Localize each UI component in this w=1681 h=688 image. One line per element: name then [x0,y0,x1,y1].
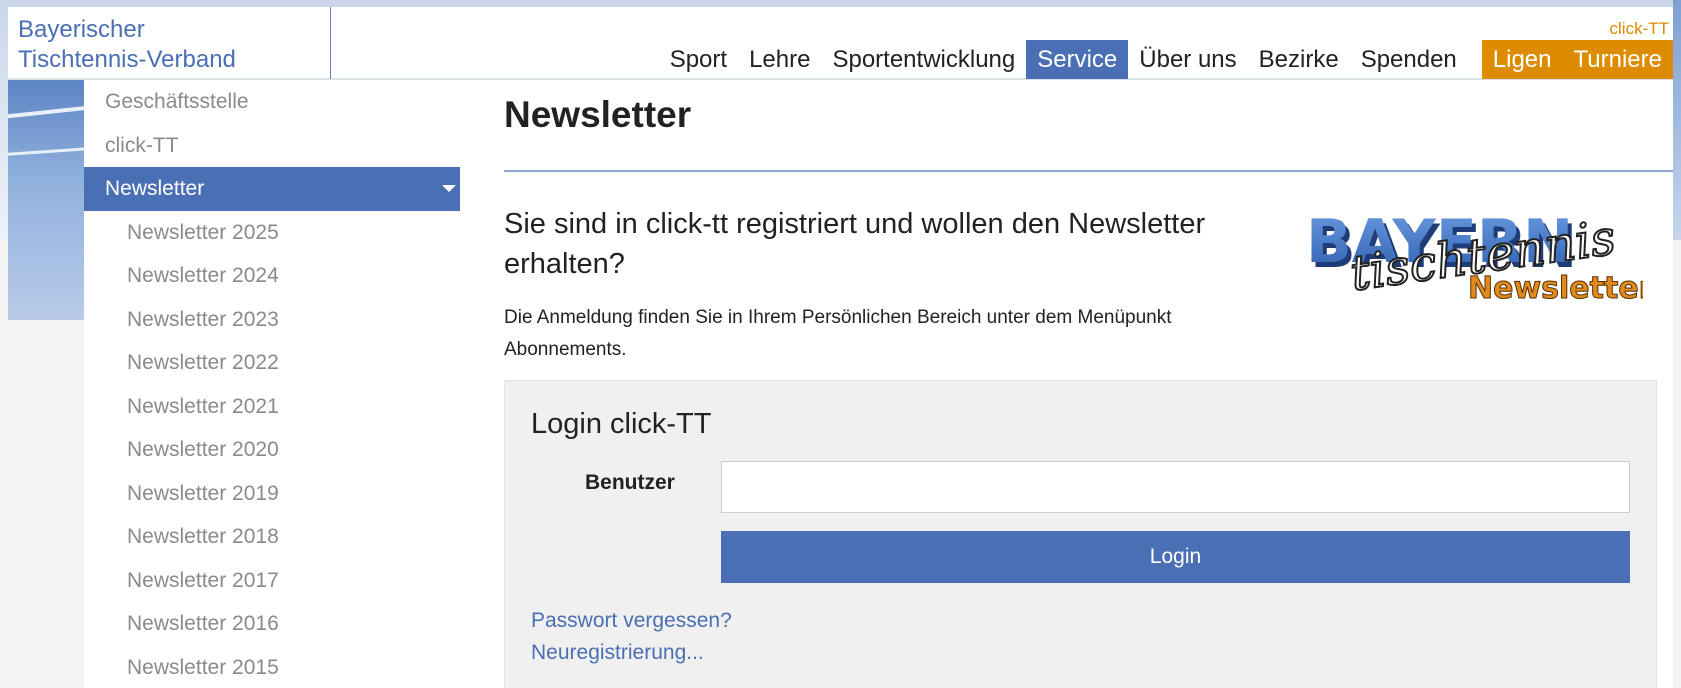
nav-item-service[interactable]: Service [1026,40,1129,79]
clicktt-top-link[interactable]: click-TT [1610,19,1669,39]
brand-logo[interactable]: Bayerischer Tischtennis-Verband [8,7,331,79]
logo-word-newsletter: Newsletter [1468,271,1643,306]
main-content: Newsletter Sie sind in click-tt registri… [460,80,1673,688]
nav-spacer [1468,40,1482,79]
caret-down-icon[interactable] [442,185,456,192]
username-label: Benutzer [585,471,675,494]
sidebar-item-newsletter-2025[interactable]: Newsletter 2025 [84,211,460,255]
background-streak [8,80,88,320]
nav-item-ligen[interactable]: Ligen [1481,40,1563,79]
body-text: Die Anmeldung finden Sie in Ihrem Persön… [504,307,1172,360]
sidebar-item-newsletter-2015[interactable]: Newsletter 2015 [84,646,460,688]
sidebar-item-click-tt[interactable]: click-TT [84,124,460,168]
sidebar-item-newsletter-2021[interactable]: Newsletter 2021 [84,385,460,429]
nav-item-bezirke[interactable]: Bezirke [1248,40,1350,79]
sidebar-item-label: Newsletter [105,177,205,200]
nav-item-ueber-uns[interactable]: Über uns [1128,40,1247,79]
nav-item-lehre[interactable]: Lehre [738,40,821,79]
sidebar-item-newsletter-2018[interactable]: Newsletter 2018 [84,515,460,559]
sidebar-item-newsletter-2024[interactable]: Newsletter 2024 [84,254,460,298]
sidebar-item-newsletter[interactable]: Newsletter [84,167,460,211]
nav-item-turniere[interactable]: Turniere [1562,40,1673,79]
sidebar-item-newsletter-2023[interactable]: Newsletter 2023 [84,298,460,342]
newsletter-logo-image: BAYERN BAYERN tischtennis Newsletter [1306,207,1643,307]
sidebar-item-newsletter-2019[interactable]: Newsletter 2019 [84,472,460,516]
sidebar-item-newsletter-2020[interactable]: Newsletter 2020 [84,428,460,472]
background-edge [1673,0,1681,240]
login-button[interactable]: Login [721,531,1630,583]
site-header: Bayerischer Tischtennis-Verband click-TT… [8,7,1673,79]
login-title: Login click-TT [531,408,712,440]
brand-line-1: Bayerischer [18,16,145,43]
nav-item-sport[interactable]: Sport [659,40,738,79]
nav-item-spenden[interactable]: Spenden [1350,40,1468,79]
page-title: Newsletter [504,94,692,135]
brand-line-2: Tischtennis-Verband [18,46,236,73]
title-divider [504,170,1673,172]
login-panel: Login click-TT Benutzer Login Passwort v… [504,380,1657,688]
nav-item-sportentwicklung[interactable]: Sportentwicklung [821,40,1026,79]
forgot-password-link[interactable]: Passwort vergessen? [531,609,732,633]
register-link[interactable]: Neuregistrierung... [531,641,704,665]
sidebar-item-geschaeftsstelle[interactable]: Geschäftsstelle [84,80,460,124]
sidebar: Geschäftsstelle click-TT Newsletter News… [84,80,460,688]
sidebar-item-newsletter-2022[interactable]: Newsletter 2022 [84,341,460,385]
main-navigation: Sport Lehre Sportentwicklung Service Übe… [659,40,1673,79]
sidebar-item-newsletter-2016[interactable]: Newsletter 2016 [84,602,460,646]
username-input[interactable] [721,461,1630,513]
lead-text: Sie sind in click-tt registriert und wol… [504,208,1206,280]
sidebar-item-newsletter-2017[interactable]: Newsletter 2017 [84,559,460,603]
